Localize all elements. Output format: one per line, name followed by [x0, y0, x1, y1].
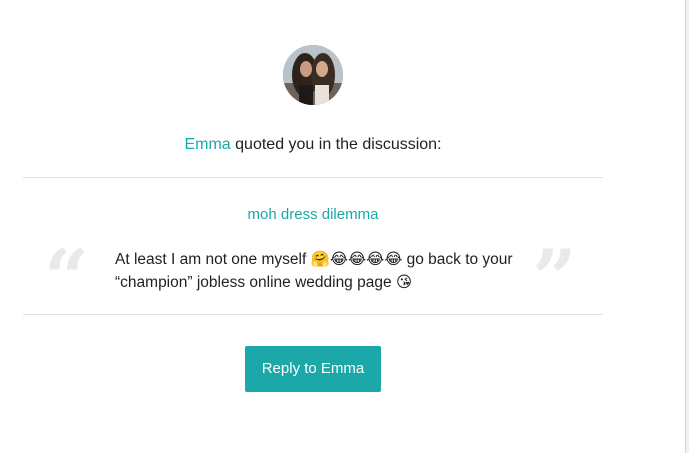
avatar-photo-icon [283, 45, 343, 105]
discussion-title-link[interactable]: moh dress dilemma [0, 205, 626, 225]
user-name-link[interactable]: Emma [184, 136, 230, 153]
reply-button[interactable]: Reply to Emma [245, 346, 381, 392]
notification-headline: Emma quoted you in the discussion: [0, 135, 626, 155]
open-quote-icon: “ [44, 233, 89, 324]
action-text: quoted you in the discussion: [230, 136, 442, 153]
quote-text: At least I am not one myself 🤗😂😂😂😂 go ba… [115, 251, 513, 291]
divider-top [23, 177, 603, 178]
notification-card: Emma quoted you in the discussion: moh d… [0, 0, 686, 453]
divider-bottom [23, 314, 603, 315]
close-quote-icon: ” [532, 233, 577, 324]
avatar[interactable] [283, 45, 343, 105]
